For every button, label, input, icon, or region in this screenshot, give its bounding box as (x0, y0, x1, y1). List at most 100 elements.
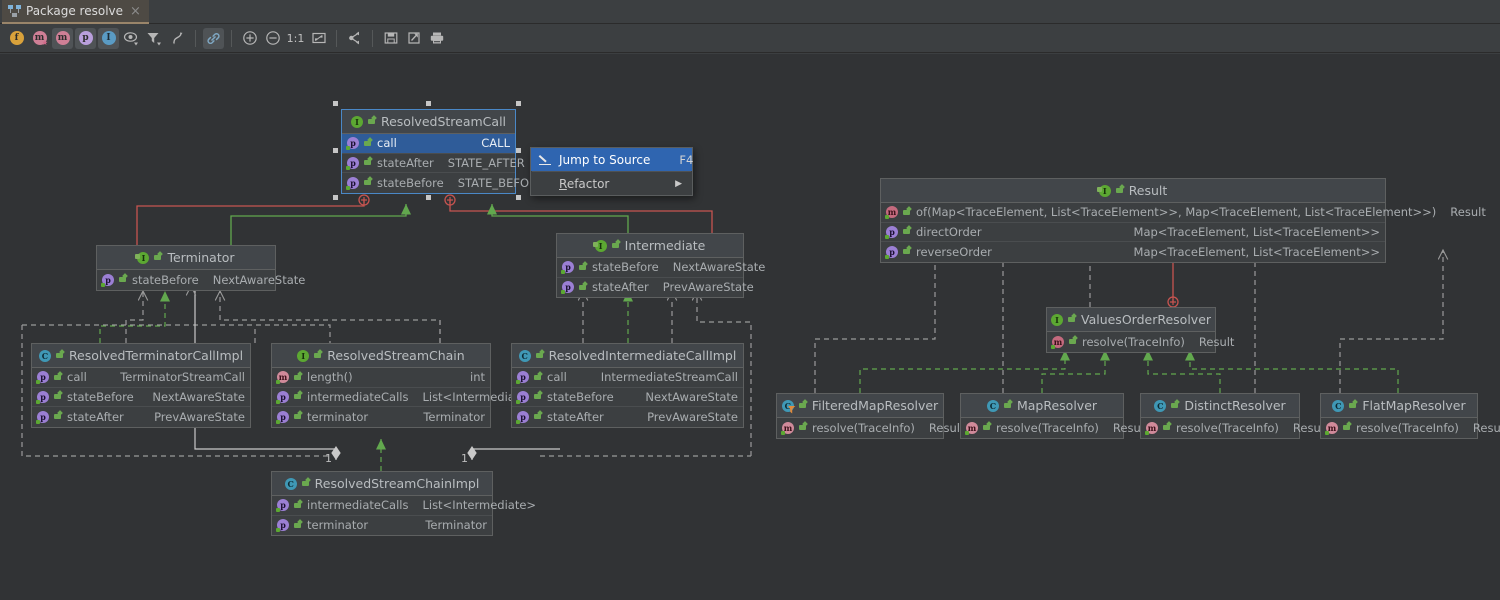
class-name: ResolvedTerminatorCallImpl (68, 348, 244, 363)
member-row[interactable]: p stateBefore NextAwareState (97, 270, 305, 290)
resize-handle[interactable] (426, 195, 431, 200)
member-row[interactable]: m resolve(TraceInfo) Result (1047, 332, 1234, 352)
member-row[interactable]: p reverseOrder Map<TraceElement, List<Tr… (881, 242, 1385, 262)
link-arrow-icon (53, 410, 63, 422)
diagram-canvas[interactable]: 1 1 1 1 I ResolvedStreamCall p call CALL… (0, 54, 1500, 600)
resize-handle[interactable] (426, 101, 431, 106)
member-name: call (377, 136, 397, 151)
class-node-header: I ResolvedStreamChain (272, 344, 490, 368)
member-type: IntermediateStreamCall (600, 370, 738, 385)
resize-handle[interactable] (516, 148, 521, 153)
filter-icon[interactable] (144, 28, 165, 49)
member-type: Result (1198, 334, 1235, 349)
member-row[interactable]: p directOrder Map<TraceElement, List<Tra… (881, 223, 1385, 242)
class-node-distinctresolver[interactable]: C DistinctResolver m resolve(TraceInfo) … (1140, 393, 1328, 439)
diagram-toolbar: f m ★ m p I 1:1 (0, 24, 1500, 53)
show-dependencies-toggle[interactable] (203, 27, 224, 49)
class-node-header: C MapResolver (961, 394, 1123, 418)
visibility-level-icon[interactable] (121, 28, 142, 49)
show-fields-toggle[interactable]: f (6, 28, 27, 49)
member-row[interactable]: m length() int (272, 368, 490, 388)
resize-handle[interactable] (516, 195, 521, 200)
member-row[interactable]: p call CALL (342, 134, 515, 154)
print-button[interactable] (426, 28, 447, 49)
zoom-in-button[interactable] (239, 28, 260, 49)
link-arrow-icon (902, 225, 912, 237)
member-row[interactable]: p stateAfter PrevAwareState (32, 407, 250, 427)
property-icon: p (101, 273, 114, 287)
class-node-filteredmapresolver[interactable]: C FilteredMapResolver m resolve(TraceInf… (776, 393, 964, 439)
minus-circle-icon (265, 31, 280, 45)
resize-handle[interactable] (333, 195, 338, 200)
class-node-result[interactable]: I Result m of(Map<TraceElement, List<Tra… (880, 178, 1486, 263)
member-name: stateAfter (67, 409, 124, 424)
member-row[interactable]: p call IntermediateStreamCall (512, 368, 743, 388)
link-arrow-icon (798, 399, 808, 411)
class-node-resolvedstreamcall[interactable]: I ResolvedStreamCall p call CALL p state… (341, 109, 544, 194)
class-node-terminator[interactable]: I Terminator p stateBefore NextAwareStat… (96, 245, 305, 291)
member-row[interactable]: p stateAfter PrevAwareState (557, 278, 754, 298)
show-methods-toggle[interactable]: m (52, 27, 73, 49)
edge-style-icon[interactable] (167, 28, 188, 49)
member-row[interactable]: p stateBefore STATE_BEFORE (342, 173, 544, 193)
member-row[interactable]: p intermediateCalls List<Intermediate> (272, 496, 536, 516)
class-node-resolvedstreamchain[interactable]: I ResolvedStreamChain m length() int p i… (271, 343, 536, 428)
resize-handle[interactable] (516, 101, 521, 106)
member-row[interactable]: p stateBefore NextAwareState (512, 388, 743, 407)
member-row[interactable]: p terminator Terminator (272, 407, 490, 427)
property-icon: p (516, 410, 529, 424)
member-row[interactable]: m resolve(TraceInfo) Result (1141, 418, 1328, 438)
show-properties-toggle[interactable]: p (75, 27, 96, 49)
context-menu[interactable]: Jump to Source F4 Refactor ▶ (530, 147, 693, 196)
class-node-header: C ResolvedTerminatorCallImpl (32, 344, 250, 368)
edge-realization-terminator (230, 204, 411, 245)
resize-handle[interactable] (333, 148, 338, 153)
zoom-out-button[interactable] (262, 28, 283, 49)
class-node-resolvedterminatorcallimpl[interactable]: C ResolvedTerminatorCallImpl p call Term… (31, 343, 251, 428)
link-arrow-icon (611, 239, 621, 251)
link-arrow-icon (53, 370, 63, 383)
actual-size-button[interactable]: 1:1 (285, 28, 306, 49)
link-arrow-icon (293, 498, 303, 511)
member-row[interactable]: m resolve(TraceInfo) Result (1321, 418, 1500, 438)
class-name: Intermediate (624, 238, 706, 253)
class-node-mapresolver[interactable]: C MapResolver m resolve(TraceInfo) Resul… (960, 393, 1148, 439)
save-button[interactable] (380, 28, 401, 49)
member-row[interactable]: m of(Map<TraceElement, List<TraceElement… (881, 203, 1486, 223)
link-arrow-icon (1067, 313, 1077, 325)
class-node-valuesorderresolver[interactable]: I ValuesOrderResolver m resolve(TraceInf… (1046, 307, 1234, 353)
class-node-header: I ValuesOrderResolver (1047, 308, 1215, 332)
class-node-flatmapresolver[interactable]: C FlatMapResolver m resolve(TraceInfo) R… (1320, 393, 1500, 439)
class-node-resolvedstreamchainimpl[interactable]: C ResolvedStreamChainImpl p intermediate… (271, 471, 536, 536)
resize-handle[interactable] (333, 101, 338, 106)
member-row[interactable]: p stateBefore NextAwareState (32, 388, 250, 407)
class-icon: C (38, 349, 51, 362)
member-row[interactable]: m resolve(TraceInfo) Result (777, 418, 964, 438)
class-node-intermediate[interactable]: I Intermediate p stateBefore NextAwareSt… (556, 233, 765, 298)
interface-icon: I (297, 349, 310, 362)
member-row[interactable]: p intermediateCalls List<Intermediate> (272, 388, 536, 407)
member-type: PrevAwareState (662, 280, 754, 295)
refactor-item[interactable]: Refactor ▶ (531, 172, 692, 195)
member-row[interactable]: p call TerminatorStreamCall (32, 368, 250, 388)
jump-to-source-item[interactable]: Jump to Source F4 (531, 148, 693, 171)
show-inner-classes-toggle[interactable]: I (98, 27, 119, 49)
member-row[interactable]: p stateAfter STATE_AFTER (342, 154, 525, 173)
multiplicity-label: 1 (461, 452, 468, 465)
member-row[interactable]: p stateAfter PrevAwareState (512, 407, 743, 427)
layout-button[interactable] (344, 28, 365, 49)
property-icon: p (516, 371, 529, 385)
show-constructors-toggle[interactable]: m ★ (29, 28, 50, 49)
member-row[interactable]: p stateBefore NextAwareState (557, 258, 765, 278)
member-row[interactable]: p terminator Terminator (272, 516, 492, 536)
close-icon[interactable]: × (128, 5, 141, 18)
export-button[interactable] (403, 28, 424, 49)
tab-package-resolve[interactable]: Package resolve × (2, 0, 149, 24)
method-icon: m (965, 421, 978, 435)
fit-content-button[interactable] (308, 28, 329, 49)
member-row[interactable]: m resolve(TraceInfo) Result (961, 418, 1148, 438)
property-icon: p (346, 176, 359, 190)
link-arrow-icon (578, 280, 588, 293)
link-arrow-icon (293, 390, 303, 402)
class-node-resolvedintermediatecallimpl[interactable]: C ResolvedIntermediateCallImpl p call In… (511, 343, 744, 428)
